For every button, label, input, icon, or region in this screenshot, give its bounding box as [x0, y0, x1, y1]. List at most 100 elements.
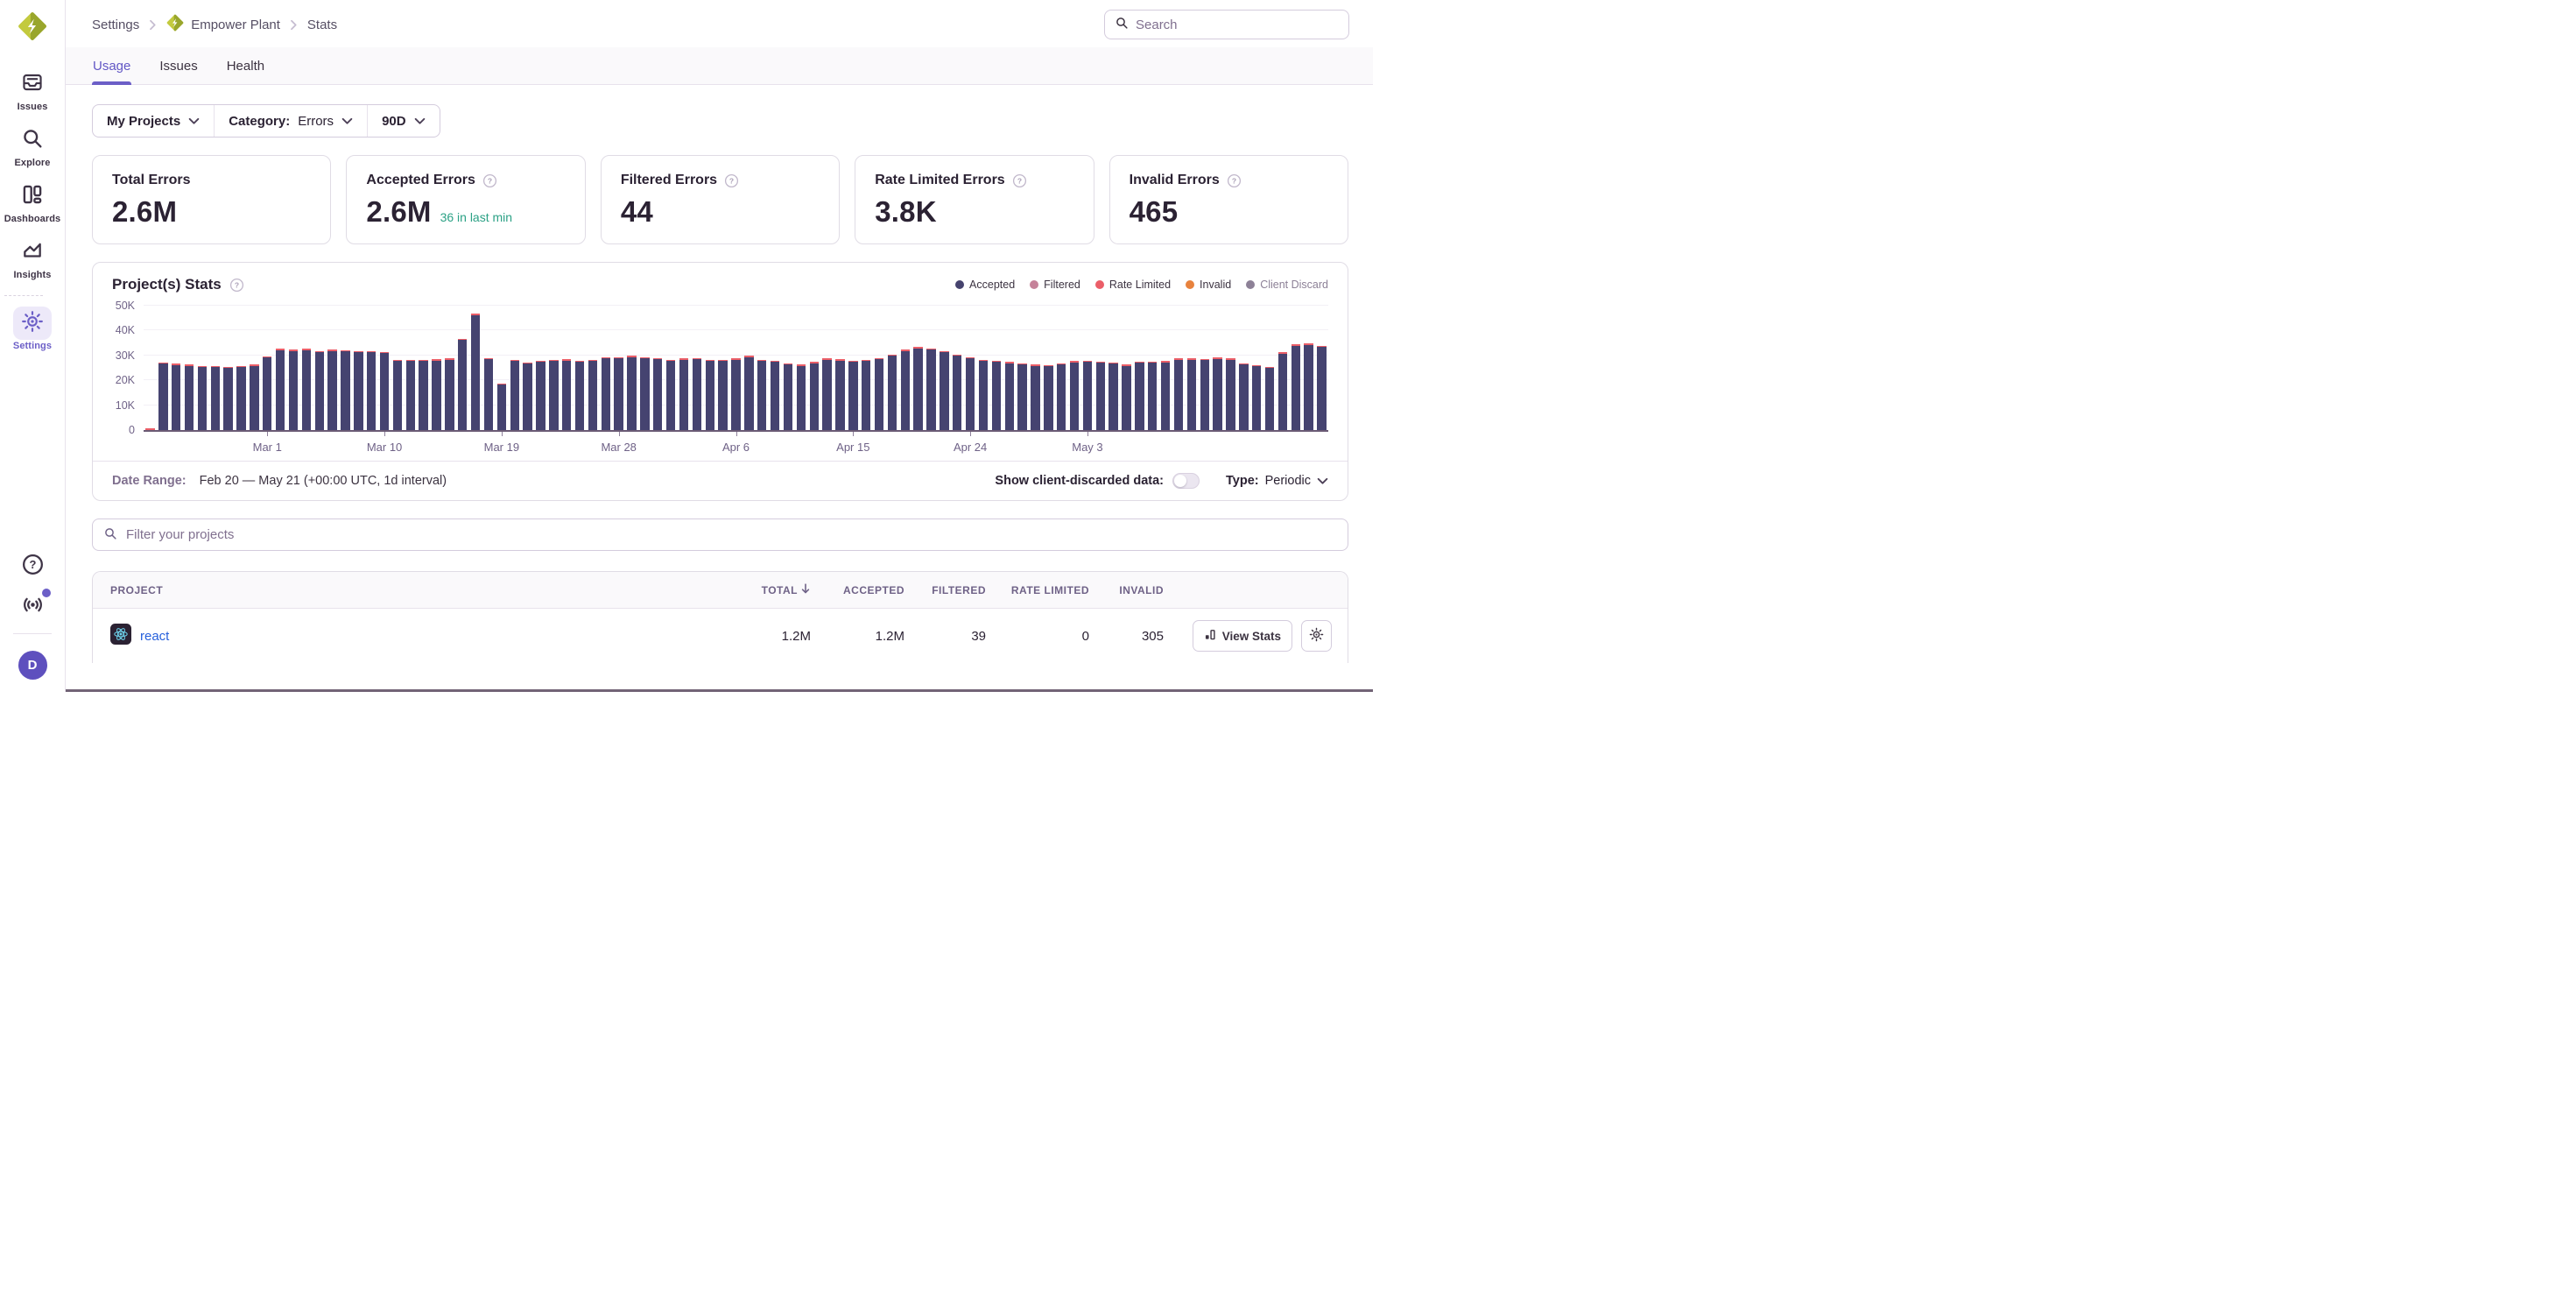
chart-bar[interactable] — [706, 360, 714, 430]
tab-health[interactable]: Health — [226, 47, 265, 84]
chart-bar[interactable] — [198, 366, 207, 430]
chart-bar[interactable] — [1057, 363, 1066, 430]
chart-bar[interactable] — [888, 355, 897, 430]
chart-bar[interactable] — [757, 360, 766, 430]
chart-bar[interactable] — [575, 361, 584, 430]
chart-bar[interactable] — [926, 349, 935, 430]
chart-bar[interactable] — [940, 351, 948, 430]
chart-bar[interactable] — [1292, 344, 1300, 430]
tab-usage[interactable]: Usage — [92, 47, 131, 84]
chart-bar[interactable] — [1083, 361, 1092, 430]
chart-bar[interactable] — [979, 360, 988, 430]
chart-bar[interactable] — [848, 361, 857, 430]
help-circle-icon[interactable]: ? — [1227, 173, 1242, 188]
avatar[interactable]: D — [18, 651, 47, 680]
view-stats-button[interactable]: View Stats — [1193, 620, 1292, 652]
project-link[interactable]: react — [140, 629, 169, 644]
chart-bar[interactable] — [367, 351, 376, 430]
help-circle-icon[interactable]: ? — [724, 173, 739, 188]
chart-bar[interactable] — [1226, 358, 1235, 430]
chart-bar[interactable] — [484, 358, 493, 430]
chart-bar[interactable] — [250, 364, 258, 430]
chart-bar[interactable] — [497, 384, 506, 430]
chart-bar[interactable] — [810, 362, 819, 430]
chart-bar[interactable] — [458, 339, 467, 430]
chart-bar[interactable] — [236, 366, 245, 430]
category-selector[interactable]: Category: Errors — [215, 105, 368, 137]
chart-bar[interactable] — [327, 349, 336, 430]
sidebar-item-insights[interactable]: Insights — [4, 239, 61, 280]
chart-bar[interactable] — [614, 357, 623, 430]
type-selector[interactable]: Type: Periodic — [1226, 474, 1328, 488]
chart-bar[interactable] — [992, 361, 1001, 430]
chart-bar[interactable] — [263, 356, 271, 430]
chart-bar[interactable] — [172, 363, 180, 430]
chart-bar[interactable] — [627, 356, 636, 430]
sidebar-item-dashboards[interactable]: Dashboards — [4, 183, 61, 224]
chart-bar[interactable] — [223, 367, 232, 430]
chart-bar[interactable] — [211, 366, 220, 430]
legend-filtered[interactable]: Filtered — [1030, 279, 1080, 291]
chart-bar[interactable] — [1278, 352, 1287, 430]
chart-bar[interactable] — [1252, 365, 1261, 430]
chart-bar[interactable] — [432, 359, 440, 430]
col-accepted-header[interactable]: ACCEPTED — [811, 584, 904, 596]
chart-bar[interactable] — [510, 360, 519, 431]
col-invalid-header[interactable]: INVALID — [1089, 584, 1164, 596]
chart-bar[interactable] — [640, 357, 649, 430]
chart-bar[interactable] — [419, 360, 427, 431]
chart-bar[interactable] — [1317, 346, 1326, 430]
search-input[interactable] — [1136, 18, 1339, 32]
help-icon[interactable]: ? — [21, 553, 45, 576]
chart-bar[interactable] — [1148, 362, 1157, 430]
chart-bar[interactable] — [1044, 365, 1052, 430]
chart-bar[interactable] — [835, 359, 844, 430]
chart-bar[interactable] — [771, 361, 779, 430]
legend-accepted[interactable]: Accepted — [955, 279, 1015, 291]
chart-bar[interactable] — [445, 358, 454, 430]
chart-bar[interactable] — [653, 358, 662, 430]
chart-bar[interactable] — [718, 360, 727, 430]
chart-bar[interactable] — [953, 355, 961, 430]
chart-bar[interactable] — [913, 347, 922, 430]
help-circle-icon[interactable]: ? — [1012, 173, 1027, 188]
chart-bar[interactable] — [1135, 362, 1144, 430]
help-circle-icon[interactable]: ? — [482, 173, 497, 188]
chart-bar[interactable] — [1017, 363, 1026, 430]
chart-bar[interactable] — [901, 349, 910, 430]
sidebar-item-settings[interactable]: Settings — [4, 310, 61, 351]
project-filter[interactable] — [92, 518, 1348, 551]
chart-bar[interactable] — [145, 428, 154, 430]
chart-bar[interactable] — [966, 357, 975, 430]
chart-bar[interactable] — [731, 358, 740, 430]
chart-bar[interactable] — [588, 360, 597, 430]
chart-bar[interactable] — [289, 349, 298, 430]
legend-rate-limited[interactable]: Rate Limited — [1095, 279, 1171, 291]
chart-bar[interactable] — [797, 364, 806, 430]
chart-bar[interactable] — [406, 360, 415, 430]
tab-issues[interactable]: Issues — [158, 47, 198, 84]
chart-bar[interactable] — [1200, 359, 1209, 430]
chart-bar[interactable] — [1213, 357, 1221, 430]
chart-bar[interactable] — [471, 314, 480, 430]
chart-bar[interactable] — [523, 363, 531, 430]
date-period-selector[interactable]: 90D — [368, 105, 440, 137]
chart-bar[interactable] — [693, 358, 701, 430]
project-filter-input[interactable] — [126, 527, 1337, 542]
chart-bar[interactable] — [354, 351, 362, 430]
project-settings-button[interactable] — [1301, 620, 1332, 652]
chart-bar[interactable] — [875, 358, 883, 430]
chart-bar[interactable] — [276, 349, 285, 430]
chart-bar[interactable] — [1031, 364, 1039, 430]
legend-client-discard[interactable]: Client Discard — [1246, 279, 1328, 291]
col-rate-limited-header[interactable]: RATE LIMITED — [986, 584, 1089, 596]
chart-bar[interactable] — [1070, 361, 1079, 430]
legend-invalid[interactable]: Invalid — [1186, 279, 1231, 291]
chart-bar[interactable] — [393, 360, 402, 430]
chart-bar[interactable] — [862, 360, 870, 430]
chart-bar[interactable] — [822, 358, 831, 430]
chart-bar[interactable] — [302, 349, 311, 430]
chart-bar[interactable] — [784, 363, 792, 430]
sidebar-item-explore[interactable]: Explore — [4, 127, 61, 168]
chart-bar[interactable] — [1174, 358, 1183, 430]
